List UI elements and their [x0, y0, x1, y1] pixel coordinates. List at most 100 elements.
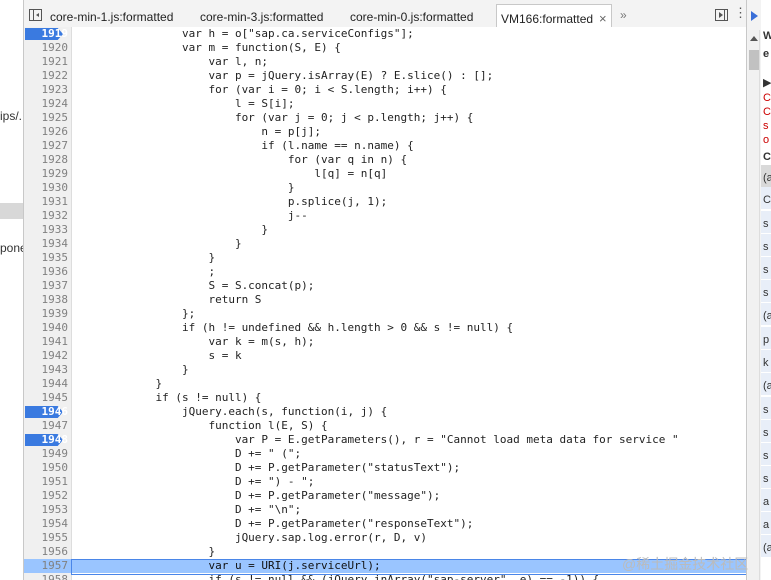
pane-header[interactable]: W	[763, 30, 771, 42]
line-number[interactable]: 1947	[24, 419, 70, 433]
pane-header[interactable]: e	[763, 48, 769, 60]
code-text: D += P.getParameter("message");	[76, 489, 441, 502]
line-number[interactable]: 1950	[24, 461, 70, 475]
line-number[interactable]: 1934	[24, 237, 70, 251]
resume-icon[interactable]	[751, 11, 758, 21]
code-line[interactable]: 1954 D += P.getParameter("responseText")…	[24, 517, 746, 531]
scroll-up-icon[interactable]	[750, 36, 758, 41]
code-line[interactable]: 1936 ;	[24, 265, 746, 279]
pane-header[interactable]: C	[763, 151, 771, 163]
line-number[interactable]: 1926	[24, 125, 70, 139]
code-line[interactable]: 1947 function l(E, S) {	[24, 419, 746, 433]
line-number[interactable]: 1944	[24, 377, 70, 391]
code-line[interactable]: 1922 var p = jQuery.isArray(E) ? E.slice…	[24, 69, 746, 83]
code-line[interactable]: 1928 for (var q in n) {	[24, 153, 746, 167]
code-line[interactable]: 1958 if (s != null && (jQuery.inArray("s…	[24, 573, 746, 580]
code-line[interactable]: 1925 for (var j = 0; j < p.length; j++) …	[24, 111, 746, 125]
navigator-fragment-1[interactable]: ips/.	[0, 109, 22, 123]
sidebar-scrollbar[interactable]	[748, 30, 760, 580]
line-number[interactable]: 1921	[24, 55, 70, 69]
line-number[interactable]: 1945	[24, 391, 70, 405]
code-line[interactable]: 1938 return S	[24, 293, 746, 307]
code-line[interactable]: 1929 l[q] = n[q]	[24, 167, 746, 181]
line-number[interactable]: 1942	[24, 349, 70, 363]
code-line[interactable]: 1944 }	[24, 377, 746, 391]
pane-entry: (a	[763, 542, 771, 554]
code-line[interactable]: 1941 var k = m(s, h);	[24, 335, 746, 349]
line-number[interactable]: 1952	[24, 489, 70, 503]
code-editor[interactable]: 1919 var h = o["sap.ca.serviceConfigs"];…	[24, 27, 746, 580]
navigator-fragment-2[interactable]: pone	[0, 241, 23, 255]
breakpoint-marker[interactable]: 1919	[24, 27, 70, 41]
line-number[interactable]: 1931	[24, 195, 70, 209]
scrollbar-thumb[interactable]	[749, 50, 759, 70]
code-line[interactable]: 1932 j--	[24, 209, 746, 223]
line-number[interactable]: 1935	[24, 251, 70, 265]
pane-entry: (a	[763, 172, 771, 184]
line-number[interactable]: 1939	[24, 307, 70, 321]
code-line[interactable]: 1921 var l, n;	[24, 55, 746, 69]
line-number[interactable]: 1953	[24, 503, 70, 517]
navigator-selected-item[interactable]	[0, 203, 23, 219]
line-number[interactable]: 1943	[24, 363, 70, 377]
close-tab-icon[interactable]: ×	[599, 11, 607, 26]
code-line[interactable]: 1919 var h = o["sap.ca.serviceConfigs"];	[24, 27, 746, 41]
line-number[interactable]: 1933	[24, 223, 70, 237]
line-number[interactable]: 1938	[24, 293, 70, 307]
line-number[interactable]: 1923	[24, 83, 70, 97]
line-number[interactable]: 1949	[24, 447, 70, 461]
code-line[interactable]: 1935 }	[24, 251, 746, 265]
line-number[interactable]: 1940	[24, 321, 70, 335]
code-line[interactable]: 1950 D += P.getParameter("statusText");	[24, 461, 746, 475]
code-line[interactable]: 1933 }	[24, 223, 746, 237]
line-number[interactable]: 1951	[24, 475, 70, 489]
code-line[interactable]: 1945 if (s != null) {	[24, 391, 746, 405]
line-number[interactable]: 1932	[24, 209, 70, 223]
code-line[interactable]: 1955 jQuery.sap.log.error(r, D, v)	[24, 531, 746, 545]
line-number[interactable]: 1937	[24, 279, 70, 293]
breakpoint-marker[interactable]: 1948	[24, 433, 70, 447]
breakpoint-marker[interactable]: 1946	[24, 405, 70, 419]
line-number[interactable]: 1929	[24, 167, 70, 181]
code-line[interactable]: 1948 var P = E.getParameters(), r = "Can…	[24, 433, 746, 447]
code-line[interactable]: 1937 S = S.concat(p);	[24, 279, 746, 293]
line-number[interactable]: 1957	[24, 559, 70, 573]
code-line[interactable]: 1946 jQuery.each(s, function(i, j) {	[24, 405, 746, 419]
line-number[interactable]: 1955	[24, 531, 70, 545]
code-line[interactable]: 1949 D += " (";	[24, 447, 746, 461]
code-line[interactable]: 1923 for (var i = 0; i < S.length; i++) …	[24, 83, 746, 97]
code-line[interactable]: 1920 var m = function(S, E) {	[24, 41, 746, 55]
pane-entry: s	[763, 218, 769, 230]
line-number[interactable]: 1956	[24, 545, 70, 559]
code-line[interactable]: 1924 l = S[i];	[24, 97, 746, 111]
toggle-navigator-icon[interactable]	[29, 9, 42, 21]
code-line[interactable]: 1952 D += P.getParameter("message");	[24, 489, 746, 503]
line-number[interactable]: 1927	[24, 139, 70, 153]
line-number[interactable]: 1936	[24, 265, 70, 279]
code-line[interactable]: 1926 n = p[j];	[24, 125, 746, 139]
line-number[interactable]: 1954	[24, 517, 70, 531]
code-line[interactable]: 1930 }	[24, 181, 746, 195]
code-line[interactable]: 1927 if (l.name == n.name) {	[24, 139, 746, 153]
code-line[interactable]: 1951 D += ") - ";	[24, 475, 746, 489]
line-number[interactable]: 1924	[24, 97, 70, 111]
code-line[interactable]: 1939 };	[24, 307, 746, 321]
toggle-debugger-icon[interactable]	[715, 9, 728, 21]
pane-entry: s	[763, 450, 769, 462]
code-text: n = p[j];	[76, 125, 322, 138]
line-number[interactable]: 1922	[24, 69, 70, 83]
line-number[interactable]: 1925	[24, 111, 70, 125]
line-number[interactable]: 1930	[24, 181, 70, 195]
line-number[interactable]: 1941	[24, 335, 70, 349]
code-line[interactable]: 1931 p.splice(j, 1);	[24, 195, 746, 209]
code-line[interactable]: 1953 D += "\n";	[24, 503, 746, 517]
code-line[interactable]: 1934 }	[24, 237, 746, 251]
code-line[interactable]: 1942 s = k	[24, 349, 746, 363]
line-number[interactable]: 1920	[24, 41, 70, 55]
code-line[interactable]: 1943 }	[24, 363, 746, 377]
line-number[interactable]: 1958	[24, 573, 70, 580]
code-text: };	[76, 307, 196, 320]
line-number[interactable]: 1928	[24, 153, 70, 167]
code-line[interactable]: 1940 if (h != undefined && h.length > 0 …	[24, 321, 746, 335]
tab-overflow-icon[interactable]: »	[620, 8, 627, 22]
